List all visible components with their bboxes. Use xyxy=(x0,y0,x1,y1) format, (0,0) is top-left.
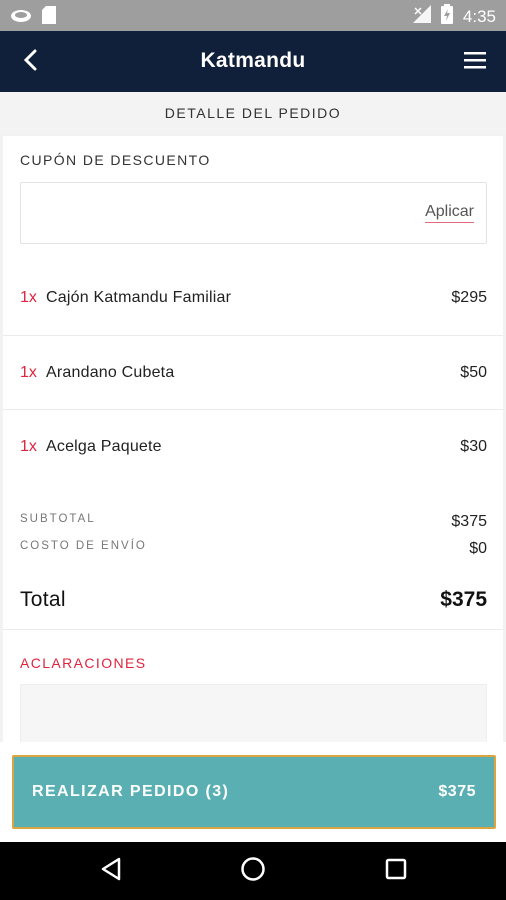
place-order-label: REALIZAR PEDIDO (3) xyxy=(32,783,230,800)
navigation-bar xyxy=(0,842,506,900)
order-item-row: 1x Acelga Paquete $30 xyxy=(3,410,503,484)
notes-label: ACLARACIONES xyxy=(20,655,147,671)
item-price: $30 xyxy=(460,438,487,455)
place-order-button[interactable]: REALIZAR PEDIDO (3) $375 xyxy=(12,755,496,829)
shipping-value: $0 xyxy=(469,540,487,557)
footer-action-area: REALIZAR PEDIDO (3) $375 xyxy=(0,742,506,842)
order-item-row: 1x Cajón Katmandu Familiar $295 xyxy=(3,262,503,336)
total-value: $375 xyxy=(440,588,487,611)
nav-back-button[interactable] xyxy=(96,856,126,886)
item-name: Arandano Cubeta xyxy=(46,364,175,381)
shipping-label: COSTO DE ENVÍO xyxy=(20,540,147,552)
battery-icon xyxy=(440,4,453,29)
signal-icon xyxy=(412,5,431,28)
menu-button[interactable] xyxy=(458,45,492,79)
triangle-back-icon xyxy=(100,857,122,886)
coupon-input[interactable] xyxy=(31,195,391,233)
item-quantity: 1x xyxy=(20,364,37,381)
divider xyxy=(3,629,503,630)
cloud-icon xyxy=(10,7,32,28)
section-title: DETALLE DEL PEDIDO xyxy=(0,92,506,134)
notes-textarea[interactable] xyxy=(20,684,487,742)
nav-home-button[interactable] xyxy=(238,856,268,886)
nav-recents-button[interactable] xyxy=(381,856,411,886)
status-bar: 4:35 xyxy=(0,0,506,31)
item-name: Cajón Katmandu Familiar xyxy=(46,289,232,306)
item-quantity: 1x xyxy=(20,438,37,455)
app-bar: Katmandu xyxy=(0,31,506,92)
total-label: Total xyxy=(20,588,66,611)
subtotal-value: $375 xyxy=(451,513,487,530)
status-time: 4:35 xyxy=(462,6,496,26)
coupon-label: CUPÓN DE DESCUENTO xyxy=(20,152,211,168)
order-detail-card: CUPÓN DE DESCUENTO Aplicar 1x Cajón Katm… xyxy=(3,136,503,742)
coupon-field-container: Aplicar xyxy=(20,182,487,244)
hamburger-menu-icon xyxy=(464,51,486,74)
sd-card-icon xyxy=(42,6,56,29)
item-name: Acelga Paquete xyxy=(46,438,162,455)
app-title: Katmandu xyxy=(200,49,306,72)
item-price: $295 xyxy=(451,289,487,306)
item-price: $50 xyxy=(460,364,487,381)
place-order-total: $375 xyxy=(438,783,476,800)
subtotal-label: SUBTOTAL xyxy=(20,513,96,525)
circle-home-icon xyxy=(240,856,266,887)
order-item-row: 1x Arandano Cubeta $50 xyxy=(3,336,503,410)
square-recents-icon xyxy=(385,858,407,885)
apply-coupon-button[interactable]: Aplicar xyxy=(425,203,474,223)
item-quantity: 1x xyxy=(20,289,37,306)
